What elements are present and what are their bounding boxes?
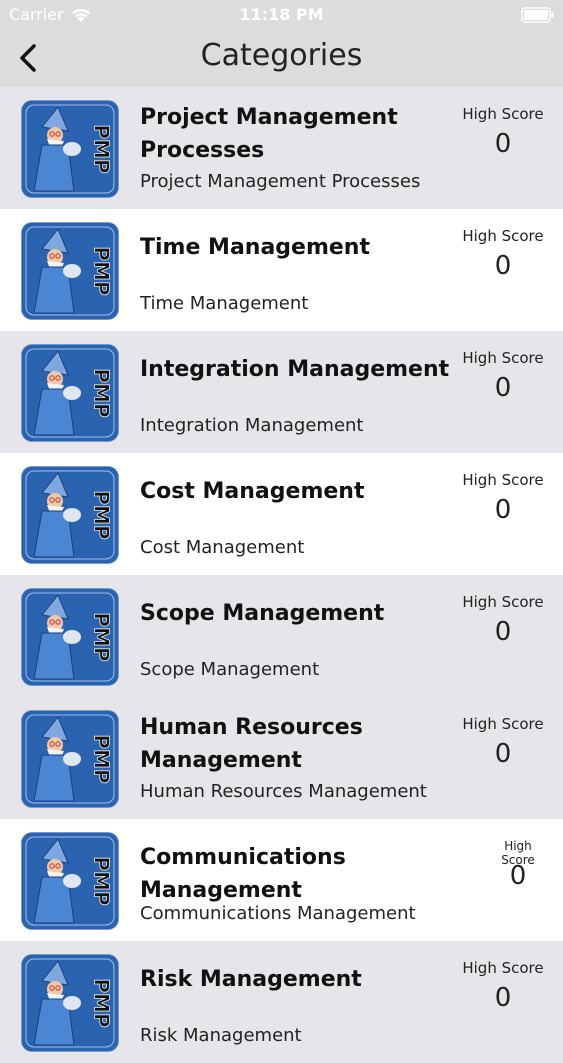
clock: 11:18 PM <box>239 5 324 24</box>
category-subtitle: Project Management Processes <box>140 171 421 192</box>
category-subtitle: Time Management <box>140 293 309 314</box>
category-title: Project Management Processes <box>140 105 398 163</box>
category-title: Risk Management <box>140 967 362 992</box>
high-score-value: 0 <box>494 983 512 1013</box>
header: Carrier 11:18 PM Categories <box>0 0 563 87</box>
wizard-pmp-icon: PMP <box>22 589 118 685</box>
category-subtitle: Human Resources Management <box>140 781 427 802</box>
high-score-value: 0 <box>494 373 512 403</box>
category-title: Human Resources Management <box>140 715 363 773</box>
high-score-label: High Score <box>462 593 544 611</box>
category-row-human-resources-management[interactable]: PMP Human Resources Management Human Res… <box>0 697 563 819</box>
category-row-time-management[interactable]: PMP Time Management Time Management High… <box>0 209 563 331</box>
high-score-label: High Score <box>462 715 544 733</box>
high-score-label: High Score <box>462 105 544 123</box>
category-row-communications-management[interactable]: PMP Communications Management Communicat… <box>0 819 563 941</box>
wizard-pmp-icon: PMP <box>22 467 118 563</box>
category-title: Integration Management <box>140 357 450 382</box>
category-title: Scope Management <box>140 601 385 626</box>
status-bar: Carrier 11:18 PM <box>0 0 563 30</box>
high-score-value: 0 <box>494 129 512 159</box>
pmp-logo-text: PMP <box>90 612 114 661</box>
high-score-label: High Score <box>462 959 544 977</box>
high-score-value: 0 <box>494 495 512 525</box>
high-score-value: 0 <box>494 617 512 647</box>
category-subtitle: Scope Management <box>140 659 320 680</box>
wizard-pmp-icon: PMP <box>22 345 118 441</box>
pmp-logo-text: PMP <box>90 734 114 783</box>
category-subtitle: Risk Management <box>140 1025 302 1046</box>
wizard-pmp-icon: PMP <box>22 833 118 929</box>
pmp-logo-text: PMP <box>90 124 114 173</box>
battery-icon <box>521 7 554 23</box>
wizard-pmp-icon: PMP <box>22 101 118 197</box>
category-subtitle: Communications Management <box>140 903 416 924</box>
navigation-bar: Categories <box>0 30 563 87</box>
pmp-logo-text: PMP <box>90 246 114 295</box>
category-title: Cost Management <box>140 479 365 504</box>
category-row-project-management-processes[interactable]: PMP Project Management Processes Project… <box>0 87 563 209</box>
category-row-integration-management[interactable]: PMP Integration Management Integration M… <box>0 331 563 453</box>
high-score-label: High Score <box>462 471 544 489</box>
category-title: Time Management <box>140 235 370 260</box>
category-list: PMP Project Management Processes Project… <box>0 87 563 1063</box>
high-score-value: 0 <box>494 251 512 281</box>
wizard-pmp-icon: PMP <box>22 711 118 807</box>
category-row-risk-management[interactable]: PMP Risk Management Risk Management High… <box>0 941 563 1063</box>
high-score-label: High Score <box>462 227 544 245</box>
category-row-scope-management[interactable]: PMP Scope Management Scope Management Hi… <box>0 575 563 697</box>
high-score-label: High Score <box>462 349 544 367</box>
category-subtitle: Cost Management <box>140 537 305 558</box>
pmp-logo-text: PMP <box>90 368 114 417</box>
pmp-logo-text: PMP <box>90 490 114 539</box>
pmp-logo-text: PMP <box>90 978 114 1027</box>
high-score-value: 0 <box>494 739 512 769</box>
page-title: Categories <box>200 38 363 73</box>
wizard-pmp-icon: PMP <box>22 223 118 319</box>
category-subtitle: Integration Management <box>140 415 364 436</box>
category-row-cost-management[interactable]: PMP Cost Management Cost Management High… <box>0 453 563 575</box>
pmp-logo-text: PMP <box>90 856 114 905</box>
high-score-value: 0 <box>509 861 527 891</box>
category-title: Communications Management <box>140 845 346 903</box>
wizard-pmp-icon: PMP <box>22 955 118 1051</box>
